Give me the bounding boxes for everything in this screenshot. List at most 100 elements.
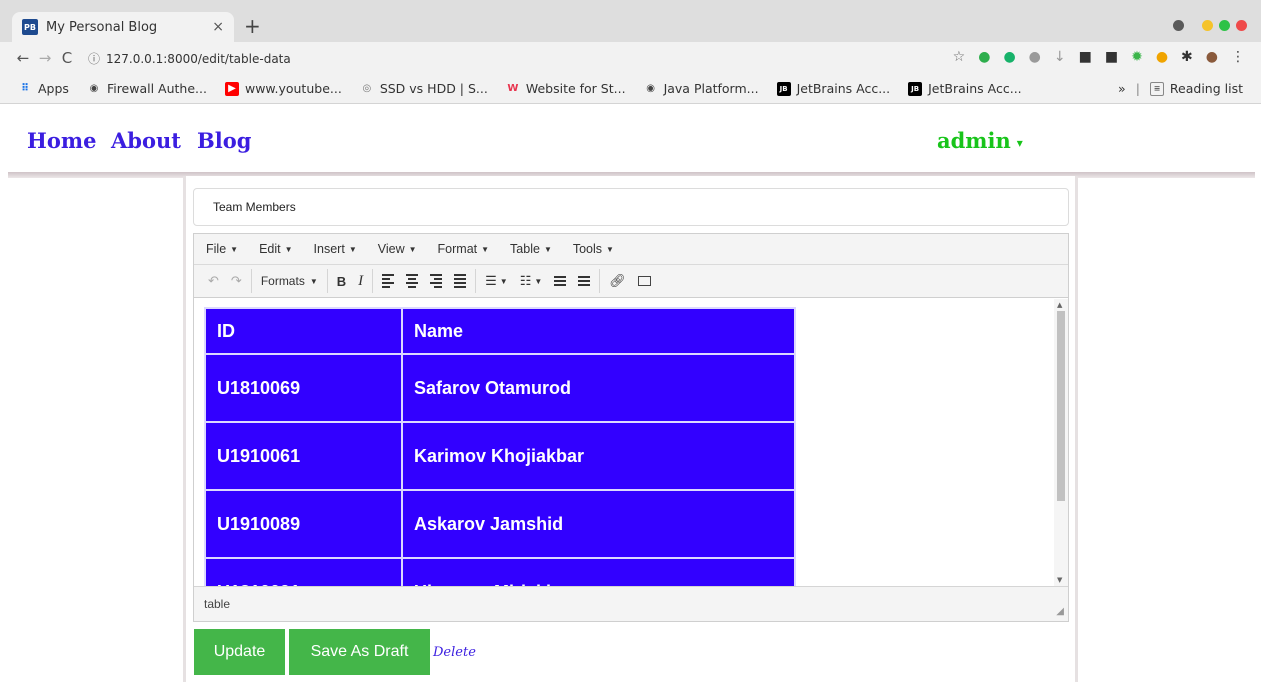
caret-down-icon: ▼	[230, 245, 239, 255]
outdent-icon[interactable]	[548, 276, 572, 286]
close-window-icon[interactable]	[1236, 20, 1247, 31]
grammarly-icon[interactable]: ●	[1003, 49, 1015, 65]
bookmark-website[interactable]: W Website for St...	[506, 81, 625, 96]
table-row: U1810069 Safarov Otamurod	[204, 353, 796, 423]
bold-button[interactable]: B	[331, 274, 352, 289]
extension-shield-icon[interactable]: ●	[978, 49, 990, 65]
back-icon[interactable]: ←	[12, 49, 34, 67]
align-center-icon[interactable]	[400, 274, 424, 288]
nav-blog-link[interactable]: Blog	[197, 128, 251, 153]
extension-badge-icon[interactable]: ●	[1156, 49, 1168, 65]
align-left-icon[interactable]	[376, 274, 400, 288]
editor-content-area[interactable]: ID Name U1810069 Safarov Otamurod U19100…	[194, 299, 1054, 586]
site-info-icon[interactable]: ⓘ	[88, 52, 100, 66]
element-path[interactable]: table	[204, 597, 230, 611]
scroll-down-icon[interactable]: ▼	[1057, 576, 1062, 584]
bullet-list-icon[interactable]: ☰ ▼	[479, 273, 514, 289]
chrome-menu-icon[interactable]	[1173, 20, 1184, 31]
bookmark-star-icon[interactable]: ☆	[953, 49, 966, 65]
table-row: U1810091 Ulmasov Mirjakbar	[204, 557, 796, 586]
bookmark-apps[interactable]: ⠿ Apps	[18, 81, 69, 96]
menu-insert[interactable]: Insert ▼	[314, 242, 357, 256]
extension-gear-icon[interactable]: ✹	[1131, 49, 1143, 65]
browser-tab[interactable]: PB My Personal Blog ×	[12, 12, 234, 42]
new-tab-icon[interactable]: +	[244, 14, 261, 38]
url-field[interactable]: ⓘ 127.0.0.1:8000/edit/table-data	[88, 50, 291, 67]
align-right-icon[interactable]	[424, 274, 448, 288]
indent-icon[interactable]	[572, 276, 596, 286]
link-icon[interactable]: 🔗︎	[603, 273, 632, 289]
rich-text-editor: File ▼ Edit ▼ Insert ▼ View ▼ Format ▼ Table ▼…	[193, 233, 1069, 622]
editor-menubar: File ▼ Edit ▼ Insert ▼ View ▼ Format ▼ Table ▼…	[194, 234, 1068, 265]
profile-avatar-icon[interactable]: ●	[1206, 49, 1218, 65]
reading-list-icon: ≡	[1149, 81, 1164, 96]
bookmark-ssd-hdd[interactable]: ◎ SSD vs HDD | S...	[360, 81, 487, 96]
extensions-puzzle-icon[interactable]: ✱	[1181, 49, 1193, 65]
undo-icon[interactable]: ↶	[202, 273, 225, 289]
menu-tools[interactable]: Tools ▼	[573, 242, 614, 256]
menu-file[interactable]: File ▼	[206, 242, 238, 256]
update-button[interactable]: Update	[194, 629, 285, 675]
table-cell-name[interactable]: Safarov Otamurod	[401, 353, 796, 423]
nav-home-link[interactable]: Home	[27, 128, 96, 153]
redo-icon[interactable]: ↷	[225, 273, 248, 289]
table-header-cell[interactable]: ID	[204, 307, 403, 355]
bookmark-jetbrains-2[interactable]: JB JetBrains Acc...	[908, 81, 1022, 96]
youtube-icon: ▶	[224, 81, 239, 96]
bookmark-youtube[interactable]: ▶ www.youtube...	[224, 81, 342, 96]
jetbrains-icon: JB	[776, 81, 791, 96]
bookmark-java[interactable]: ◉ Java Platform...	[644, 81, 758, 96]
team-members-table: ID Name U1810069 Safarov Otamurod U19100…	[204, 307, 796, 586]
nav-about-link[interactable]: About	[111, 128, 181, 153]
resize-handle-icon[interactable]: ◢	[1056, 606, 1064, 617]
divider: |	[1135, 81, 1140, 96]
table-cell-id[interactable]: U1810091	[204, 557, 403, 586]
italic-button[interactable]: I	[352, 273, 369, 290]
more-menu-icon[interactable]: ⋮	[1231, 49, 1245, 65]
minimize-icon[interactable]	[1202, 20, 1213, 31]
reading-list-button[interactable]: ≡ Reading list	[1149, 81, 1243, 96]
table-cell-id[interactable]: U1910089	[204, 489, 403, 559]
scrollbar-thumb[interactable]	[1057, 311, 1065, 501]
formats-dropdown[interactable]: Formats ▼	[255, 274, 324, 288]
w-logo-icon: W	[507, 83, 519, 94]
extension-bug-icon[interactable]: ■	[1079, 49, 1092, 65]
reload-icon[interactable]: C	[56, 49, 78, 67]
caret-down-icon: ▼	[408, 245, 417, 255]
save-draft-button[interactable]: Save As Draft	[289, 629, 430, 675]
menu-format[interactable]: Format ▼	[438, 242, 490, 256]
toolbar-divider	[326, 269, 328, 293]
maximize-icon[interactable]	[1219, 20, 1230, 31]
numbered-list-icon[interactable]: ☷ ▼	[514, 273, 549, 289]
menu-view[interactable]: View ▼	[378, 242, 417, 256]
extension-globe-icon[interactable]: ●	[1029, 49, 1041, 65]
bookmark-firewall[interactable]: ◉ Firewall Authe...	[87, 81, 207, 96]
extension-box-icon[interactable]: ■	[1105, 49, 1118, 65]
url-text: 127.0.0.1:8000/edit/table-data	[106, 51, 291, 66]
tab-close-icon[interactable]: ×	[212, 19, 224, 35]
forward-icon[interactable]: →	[34, 49, 56, 67]
table-cell-name[interactable]: Karimov Khojiakbar	[401, 421, 796, 491]
delete-link[interactable]: Delete	[433, 645, 476, 660]
table-header-cell[interactable]: Name	[401, 307, 796, 355]
user-menu-dropdown[interactable]: admin ▾	[937, 128, 1023, 153]
download-icon[interactable]: ↓	[1054, 49, 1066, 65]
align-justify-icon[interactable]	[448, 274, 472, 288]
chevron-down-icon: ▾	[1016, 135, 1023, 150]
post-title-input[interactable]	[193, 188, 1069, 226]
table-cell-id[interactable]: U1910061	[204, 421, 403, 491]
address-bar: ← → C ⓘ 127.0.0.1:8000/edit/table-data ☆ …	[0, 42, 1261, 74]
menu-edit[interactable]: Edit ▼	[259, 242, 292, 256]
table-cell-id[interactable]: U1810069	[204, 353, 403, 423]
scroll-up-icon[interactable]: ▲	[1057, 301, 1062, 309]
table-cell-name[interactable]: Ulmasov Mirjakbar	[401, 557, 796, 586]
blog-favicon-icon: PB	[22, 19, 38, 35]
more-bookmarks-icon[interactable]: »	[1118, 81, 1126, 96]
menu-table[interactable]: Table ▼	[510, 242, 552, 256]
bookmark-jetbrains-1[interactable]: JB JetBrains Acc...	[776, 81, 890, 96]
image-icon[interactable]	[632, 276, 657, 286]
disk-icon: ◎	[362, 83, 372, 94]
editor-scrollbar[interactable]: ▲ ▼	[1054, 299, 1068, 586]
jetbrains-icon: JB	[908, 81, 923, 96]
table-cell-name[interactable]: Askarov Jamshid	[401, 489, 796, 559]
